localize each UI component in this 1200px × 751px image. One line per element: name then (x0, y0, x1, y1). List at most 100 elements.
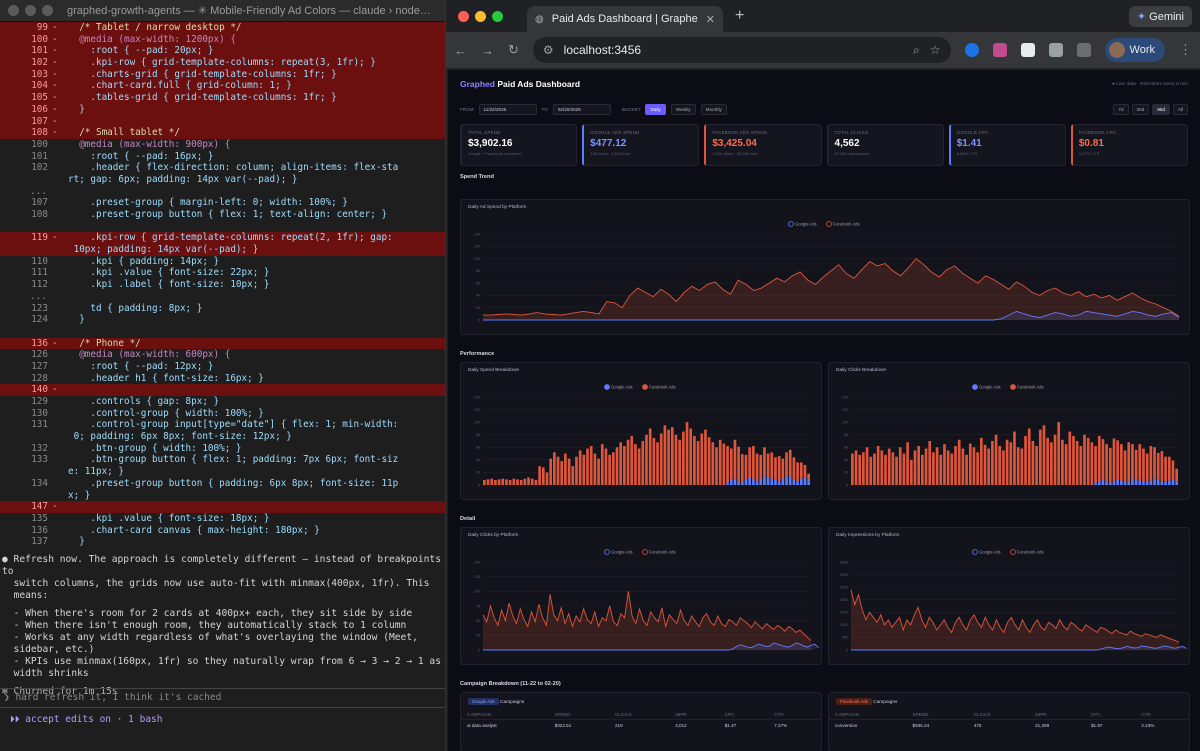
kpi-card: FACEBOOK CPC $0.81 5.07% CTR (1070, 124, 1189, 166)
accept-edits-status[interactable]: ⏵⏵ accept edits on · 1 bash (10, 714, 163, 725)
preset-90d-button[interactable]: 90d (1152, 103, 1170, 115)
assistant-response: ● Refresh now. The approach is completel… (0, 548, 445, 698)
section-performance: Performance (460, 351, 495, 357)
site-info-icon[interactable]: ⚙ (543, 43, 554, 57)
bar-facebook (589, 446, 593, 485)
col-clicks[interactable]: CLICKS (967, 710, 1030, 720)
bar-facebook (807, 473, 810, 480)
bar-facebook (490, 478, 494, 485)
code-text: .btn-group { width: 100%; } (68, 442, 242, 454)
reload-icon[interactable]: ↻ (508, 42, 519, 58)
y-tick-label: 120 (842, 408, 848, 412)
bar-facebook (976, 452, 979, 485)
bar-google (726, 482, 729, 485)
screenshot-extension-icon[interactable] (1020, 43, 1035, 57)
bar-google (781, 478, 785, 485)
profile-button[interactable]: Work (1104, 38, 1165, 62)
bar-facebook (553, 452, 556, 485)
section-campaign-breakdown: Campaign Breakdown (11-22 to 02-20) (460, 681, 561, 687)
line-number: 140 (31, 384, 48, 396)
zoom-icon[interactable]: ⌕ (913, 43, 920, 58)
bucket-weekly-button[interactable]: Weekly (670, 103, 696, 115)
close-tab-icon[interactable]: ✕ (706, 13, 715, 26)
bar-facebook (965, 454, 968, 485)
zoom-window-button[interactable] (42, 5, 53, 16)
active-tab[interactable]: ◍ Paid Ads Dashboard | Graphed ✕ (527, 6, 723, 32)
prompt-input[interactable]: ❯ hard refresh it, I think it's cached (0, 688, 445, 708)
preset-7d-button[interactable]: 7d (1113, 103, 1129, 115)
facebook-campaigns-table: Facebook Ads Campaigns CAMPAIGN SPEND CL… (828, 692, 1190, 751)
forward-arrow-icon[interactable]: → (481, 43, 494, 58)
kpi-value: $0.81 (1078, 138, 1104, 149)
from-date-input[interactable]: 11/22/2025 (478, 103, 537, 115)
y-tick-label: 50 (476, 619, 480, 623)
close-window-button[interactable] (458, 10, 469, 22)
diff-marker: - (52, 337, 58, 349)
close-window-button[interactable] (8, 5, 19, 16)
back-arrow-icon[interactable]: ← (454, 43, 467, 58)
legend-label-google: Google Ads (979, 385, 1001, 390)
preset-all-button[interactable]: All (1172, 103, 1188, 115)
bookmark-star-icon[interactable]: ☆ (930, 43, 941, 57)
col-cpc[interactable]: CPC (718, 710, 769, 720)
campaigns-label: Campaigns (873, 700, 898, 705)
col-campaign[interactable]: CAMPAIGN (461, 710, 549, 720)
code-text: @media (max-width: 900px) { (68, 138, 231, 150)
col-ctr[interactable]: CTR (1135, 710, 1189, 720)
code-text: .preset-group { margin-left: 0; width: 1… (68, 197, 348, 209)
bar-facebook (1175, 468, 1178, 482)
gemini-button[interactable]: ✦ Gemini (1128, 5, 1192, 27)
address-bar[interactable]: ⚙ localhost:3456 ⌕ ☆ (532, 37, 951, 63)
kpi-row: TOTAL SPEND $3,902.16 Google + Facebook co… (448, 120, 1200, 170)
preset-30d-button[interactable]: 30d (1131, 103, 1150, 115)
legend-swatch-google (972, 549, 978, 555)
zoom-window-button[interactable] (492, 10, 503, 22)
y-tick-label: 1000 (840, 623, 848, 627)
extensions-puzzle-icon[interactable] (1048, 43, 1063, 57)
line-number: 107 (31, 115, 48, 127)
bar-google (788, 477, 792, 485)
password-manager-icon[interactable] (964, 43, 979, 57)
col-ctr[interactable]: CTR (768, 710, 821, 720)
bar-facebook (932, 452, 935, 485)
bar-facebook (902, 453, 906, 485)
bar-facebook (567, 458, 571, 485)
col-impr[interactable]: IMPR (1029, 710, 1085, 720)
legend-swatch-facebook (642, 549, 648, 555)
response-bullets: - When there's room for 2 cards at 400px… (13, 607, 441, 679)
extension-k-icon[interactable] (992, 43, 1007, 57)
line-number: 136 (31, 524, 48, 536)
y-tick-label: 80 (476, 433, 480, 437)
diff-line: 134 .preset-group button { padding: 6px … (0, 478, 445, 490)
bar-google (759, 479, 763, 485)
line-number: 101 (31, 45, 48, 57)
minimize-window-button[interactable] (475, 10, 486, 22)
terminal-titlebar: graphed-growth-agents — ✳ Mobile-Friendl… (0, 0, 445, 22)
col-impr[interactable]: IMPR (669, 710, 719, 720)
legend-swatch-google (788, 221, 794, 227)
bar-facebook (909, 459, 913, 485)
code-text: .controls { gap: 8px; } (68, 396, 220, 407)
to-date-input[interactable]: 02/20/2026 (552, 103, 611, 115)
tab-search-icon[interactable] (1076, 43, 1091, 57)
bar-google (785, 476, 788, 485)
bucket-label: BUCKET (621, 106, 641, 112)
bar-facebook (1127, 442, 1131, 482)
minimize-window-button[interactable] (25, 5, 36, 16)
new-tab-button[interactable]: + (735, 7, 744, 25)
bucket-daily-button[interactable]: Daily (645, 103, 666, 115)
code-text: x; } (68, 489, 91, 501)
bucket-monthly-button[interactable]: Monthly (700, 103, 727, 115)
menu-kebab-icon[interactable]: ⋮ (1179, 42, 1192, 58)
diff-line: 128 .header h1 { font-size: 16px; } (0, 373, 445, 385)
col-spend[interactable]: SPEND (548, 710, 609, 720)
col-cpc[interactable]: CPC (1084, 710, 1136, 720)
col-campaign[interactable]: CAMPAIGN (829, 710, 907, 720)
bar-facebook (862, 452, 865, 485)
bar-facebook (634, 444, 637, 485)
col-clicks[interactable]: CLICKS (608, 710, 670, 720)
chart-svg: Google Ads Facebook Ads 0 500 1000 1500 2000 25… (840, 549, 1187, 652)
diff-line: 132 .btn-group { width: 100%; } (0, 443, 445, 455)
col-spend[interactable]: SPEND (906, 710, 968, 720)
preset-group: 7d 30d 90d All (1113, 103, 1188, 115)
